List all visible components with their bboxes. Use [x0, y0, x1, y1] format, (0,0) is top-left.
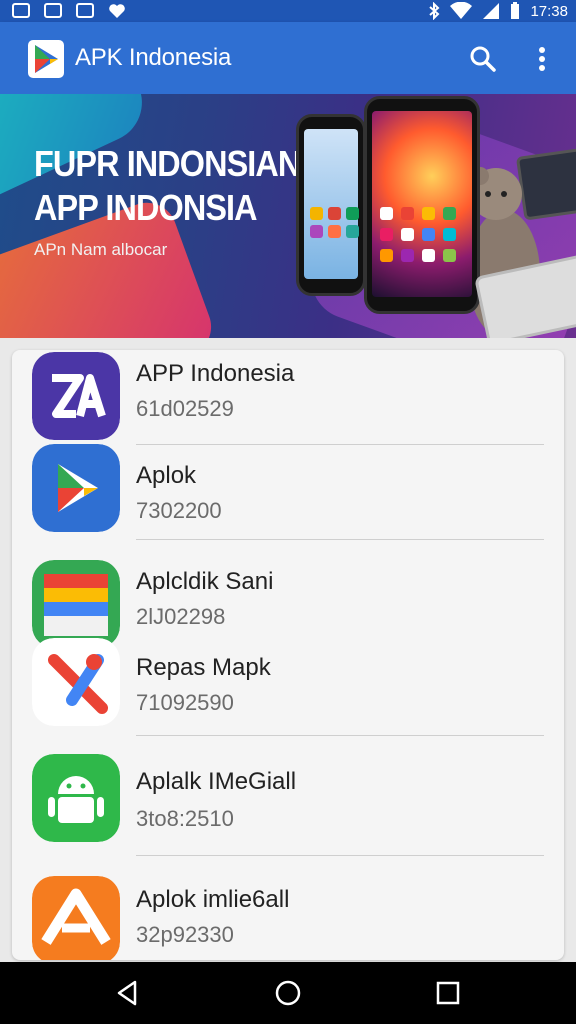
list-item[interactable]: Aplok 7302200: [12, 444, 564, 542]
banner-heading-line1: FUPR INDONSIAN: [34, 143, 301, 184]
home-icon[interactable]: [273, 978, 303, 1008]
app-code: 71092590: [136, 690, 234, 715]
list-item[interactable]: Aplalk IMeGiall 3to8:2510: [12, 738, 564, 858]
image-icon: [44, 3, 62, 18]
app-title: APK Indonesia: [75, 44, 232, 71]
app-code: 61d02529: [136, 396, 234, 421]
bluetooth-icon: [429, 2, 440, 20]
download-icon: [76, 3, 94, 18]
more-vert-icon[interactable]: [530, 42, 554, 76]
app-code: 32p92330: [136, 922, 234, 947]
list-item[interactable]: APP Indonesia 61d02529: [12, 350, 564, 446]
app-name: Aplalk IMeGiall: [136, 768, 297, 795]
repair-tool-icon: [32, 638, 120, 726]
banner-heading-line2: APP INDONSIA: [34, 187, 258, 228]
list-item[interactable]: Aplcldik Sani 2lJ02298: [12, 542, 564, 648]
back-icon[interactable]: [113, 978, 143, 1008]
divider: [136, 444, 544, 445]
phone-image: [364, 96, 480, 314]
app-indonesia-icon: [32, 352, 120, 440]
banner-heading: FUPR INDONSIAN APP INDONSIA: [34, 142, 301, 230]
app-code: 2lJ02298: [136, 604, 226, 629]
app-code: 7302200: [136, 498, 222, 523]
phone-image: [296, 114, 377, 296]
app-bar: APK Indonesia: [0, 22, 576, 94]
battery-icon: [511, 2, 520, 19]
app-name: APP Indonesia: [136, 360, 295, 387]
android-icon: [32, 754, 120, 842]
list-item[interactable]: Repas Mapk 71092590: [12, 638, 564, 734]
app-name: Aplok: [136, 462, 197, 489]
app-code: 3to8:2510: [136, 806, 234, 831]
folder-icon: [32, 560, 120, 648]
divider: [136, 855, 544, 856]
divider: [136, 735, 544, 736]
app-list: APP Indonesia 61d02529 Aplok 7302200 Apl…: [12, 350, 564, 960]
play-store-icon: [32, 444, 120, 532]
app-name: Aplok imlie6all: [136, 886, 290, 913]
heart-icon: [109, 4, 125, 18]
signal-icon: [483, 3, 500, 19]
app-a-icon: [32, 876, 120, 960]
navigation-bar: [0, 962, 576, 1024]
notification-icons: [12, 3, 126, 19]
recents-icon[interactable]: [433, 978, 463, 1008]
search-icon[interactable]: [466, 42, 500, 76]
app-name: Repas Mapk: [136, 654, 271, 681]
wifi-icon: [450, 2, 473, 19]
status-time: 17:38: [530, 2, 568, 20]
app-name: Aplcldik Sani: [136, 568, 274, 595]
divider: [136, 539, 544, 540]
promo-banner[interactable]: FUPR INDONSIAN APP INDONSIA APn Nam albo…: [0, 94, 576, 338]
banner-subtitle: APn Nam albocar: [34, 240, 168, 259]
status-bar: 17:38: [0, 0, 576, 22]
list-item[interactable]: Aplok imlie6all 32p92330: [12, 858, 564, 960]
app-logo-icon: [28, 40, 64, 78]
system-status: 17:38: [428, 2, 568, 20]
message-icon: [12, 3, 30, 18]
